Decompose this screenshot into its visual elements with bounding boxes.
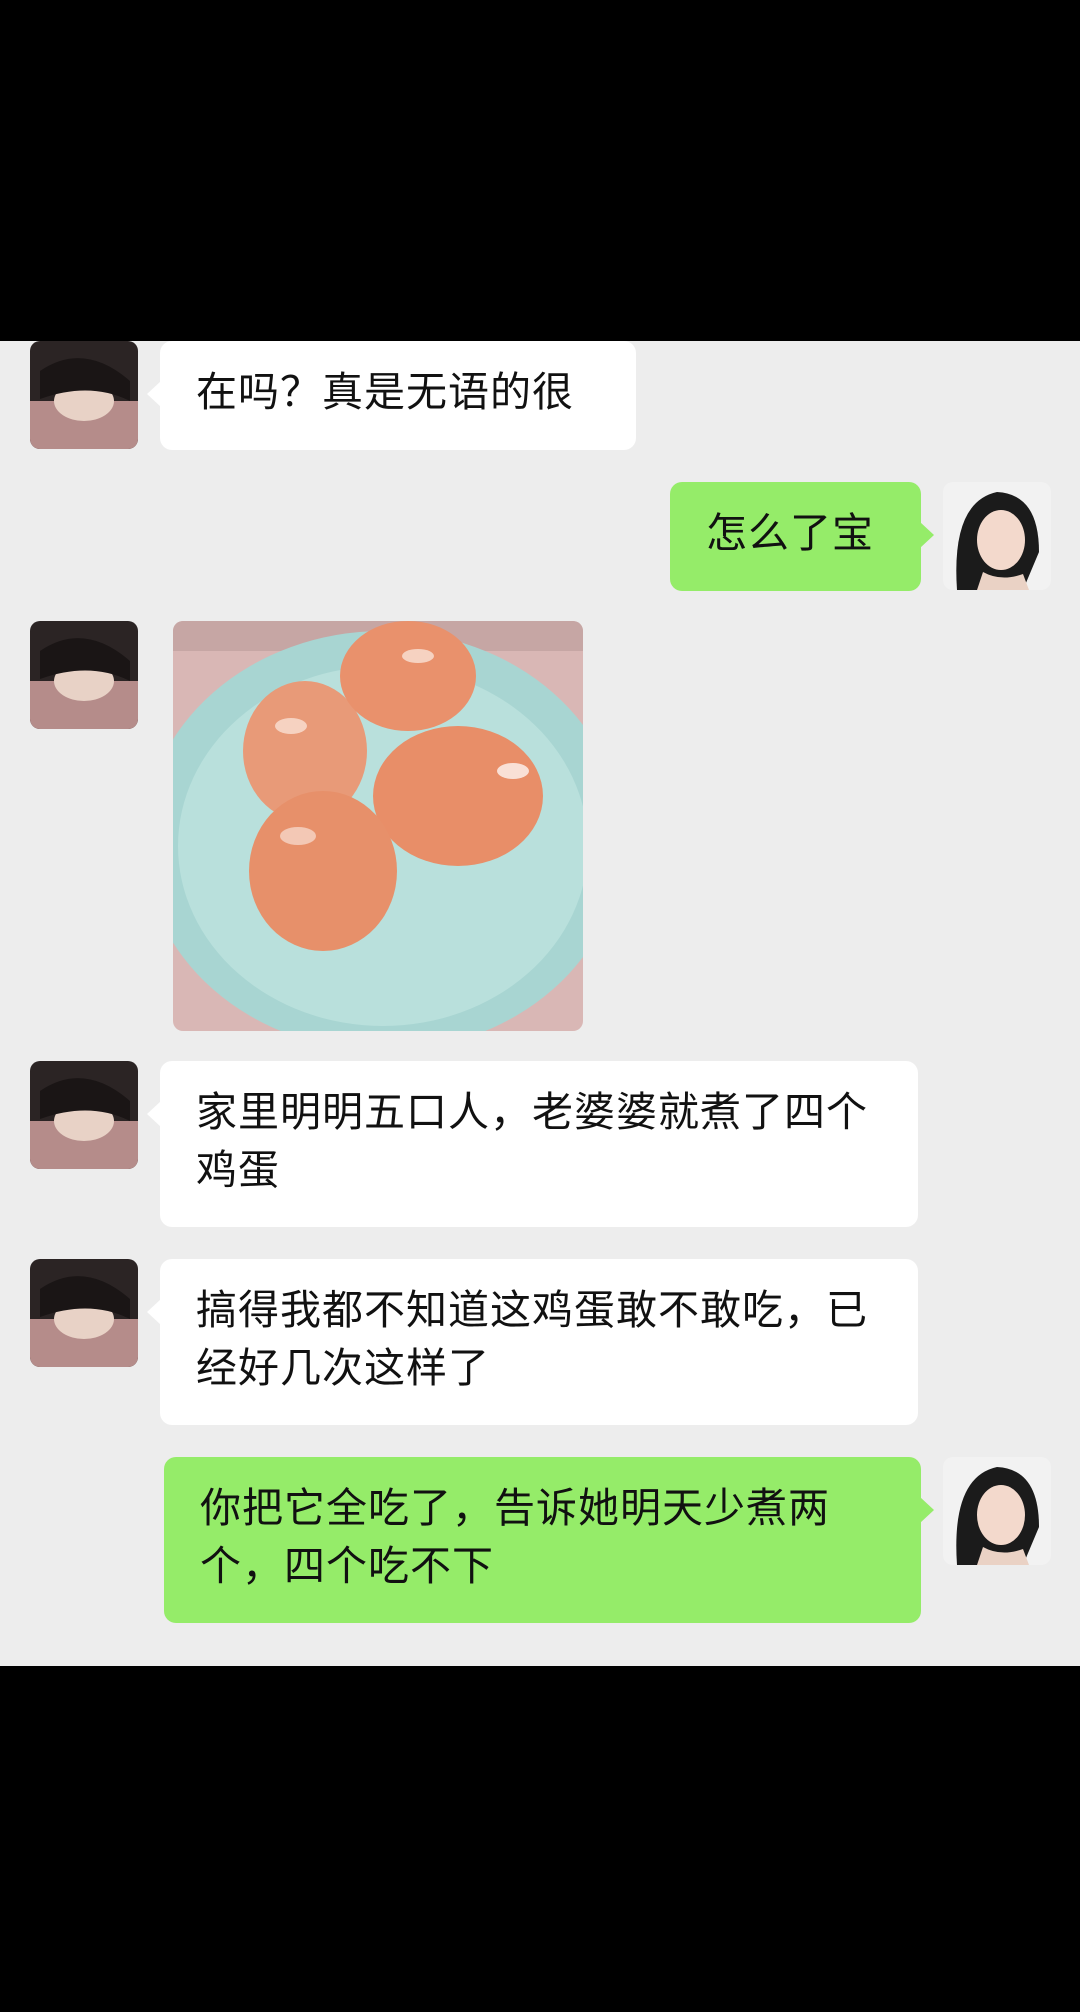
message-text: 搞得我都不知道这鸡蛋敢不敢吃，已经好几次这样了: [196, 1286, 868, 1392]
message-text: 家里明明五口人，老婆婆就煮了四个鸡蛋: [196, 1088, 868, 1194]
self-avatar[interactable]: [943, 1457, 1051, 1565]
self-avatar[interactable]: [943, 482, 1051, 590]
message-text: 在吗？真是无语的很: [196, 368, 574, 416]
contact-avatar[interactable]: [30, 1061, 138, 1169]
message-bubble-incoming[interactable]: 搞得我都不知道这鸡蛋敢不敢吃，已经好几次这样了: [147, 1259, 918, 1425]
message-bubble-outgoing[interactable]: 怎么了宝: [670, 482, 934, 591]
message-text: 怎么了宝: [706, 509, 874, 557]
eggs-photo: [173, 621, 583, 1031]
contact-avatar[interactable]: [30, 341, 138, 449]
message-bubble-incoming[interactable]: 在吗？真是无语的很: [147, 341, 636, 450]
message-image[interactable]: [173, 621, 583, 1031]
message-bubble-incoming[interactable]: 家里明明五口人，老婆婆就煮了四个鸡蛋: [147, 1061, 918, 1227]
message-bubble-outgoing[interactable]: 你把它全吃了，告诉她明天少煮两个，四个吃不下: [164, 1457, 934, 1623]
contact-avatar[interactable]: [30, 621, 138, 729]
screenshot-frame: 在吗？真是无语的很 怎么了宝 家里明明五口人，老婆婆就煮了四个鸡蛋 搞得我都不知…: [0, 0, 1080, 2012]
contact-avatar[interactable]: [30, 1259, 138, 1367]
chat-panel[interactable]: 在吗？真是无语的很 怎么了宝 家里明明五口人，老婆婆就煮了四个鸡蛋 搞得我都不知…: [0, 341, 1080, 1666]
message-text: 你把它全吃了，告诉她明天少煮两个，四个吃不下: [200, 1484, 830, 1590]
